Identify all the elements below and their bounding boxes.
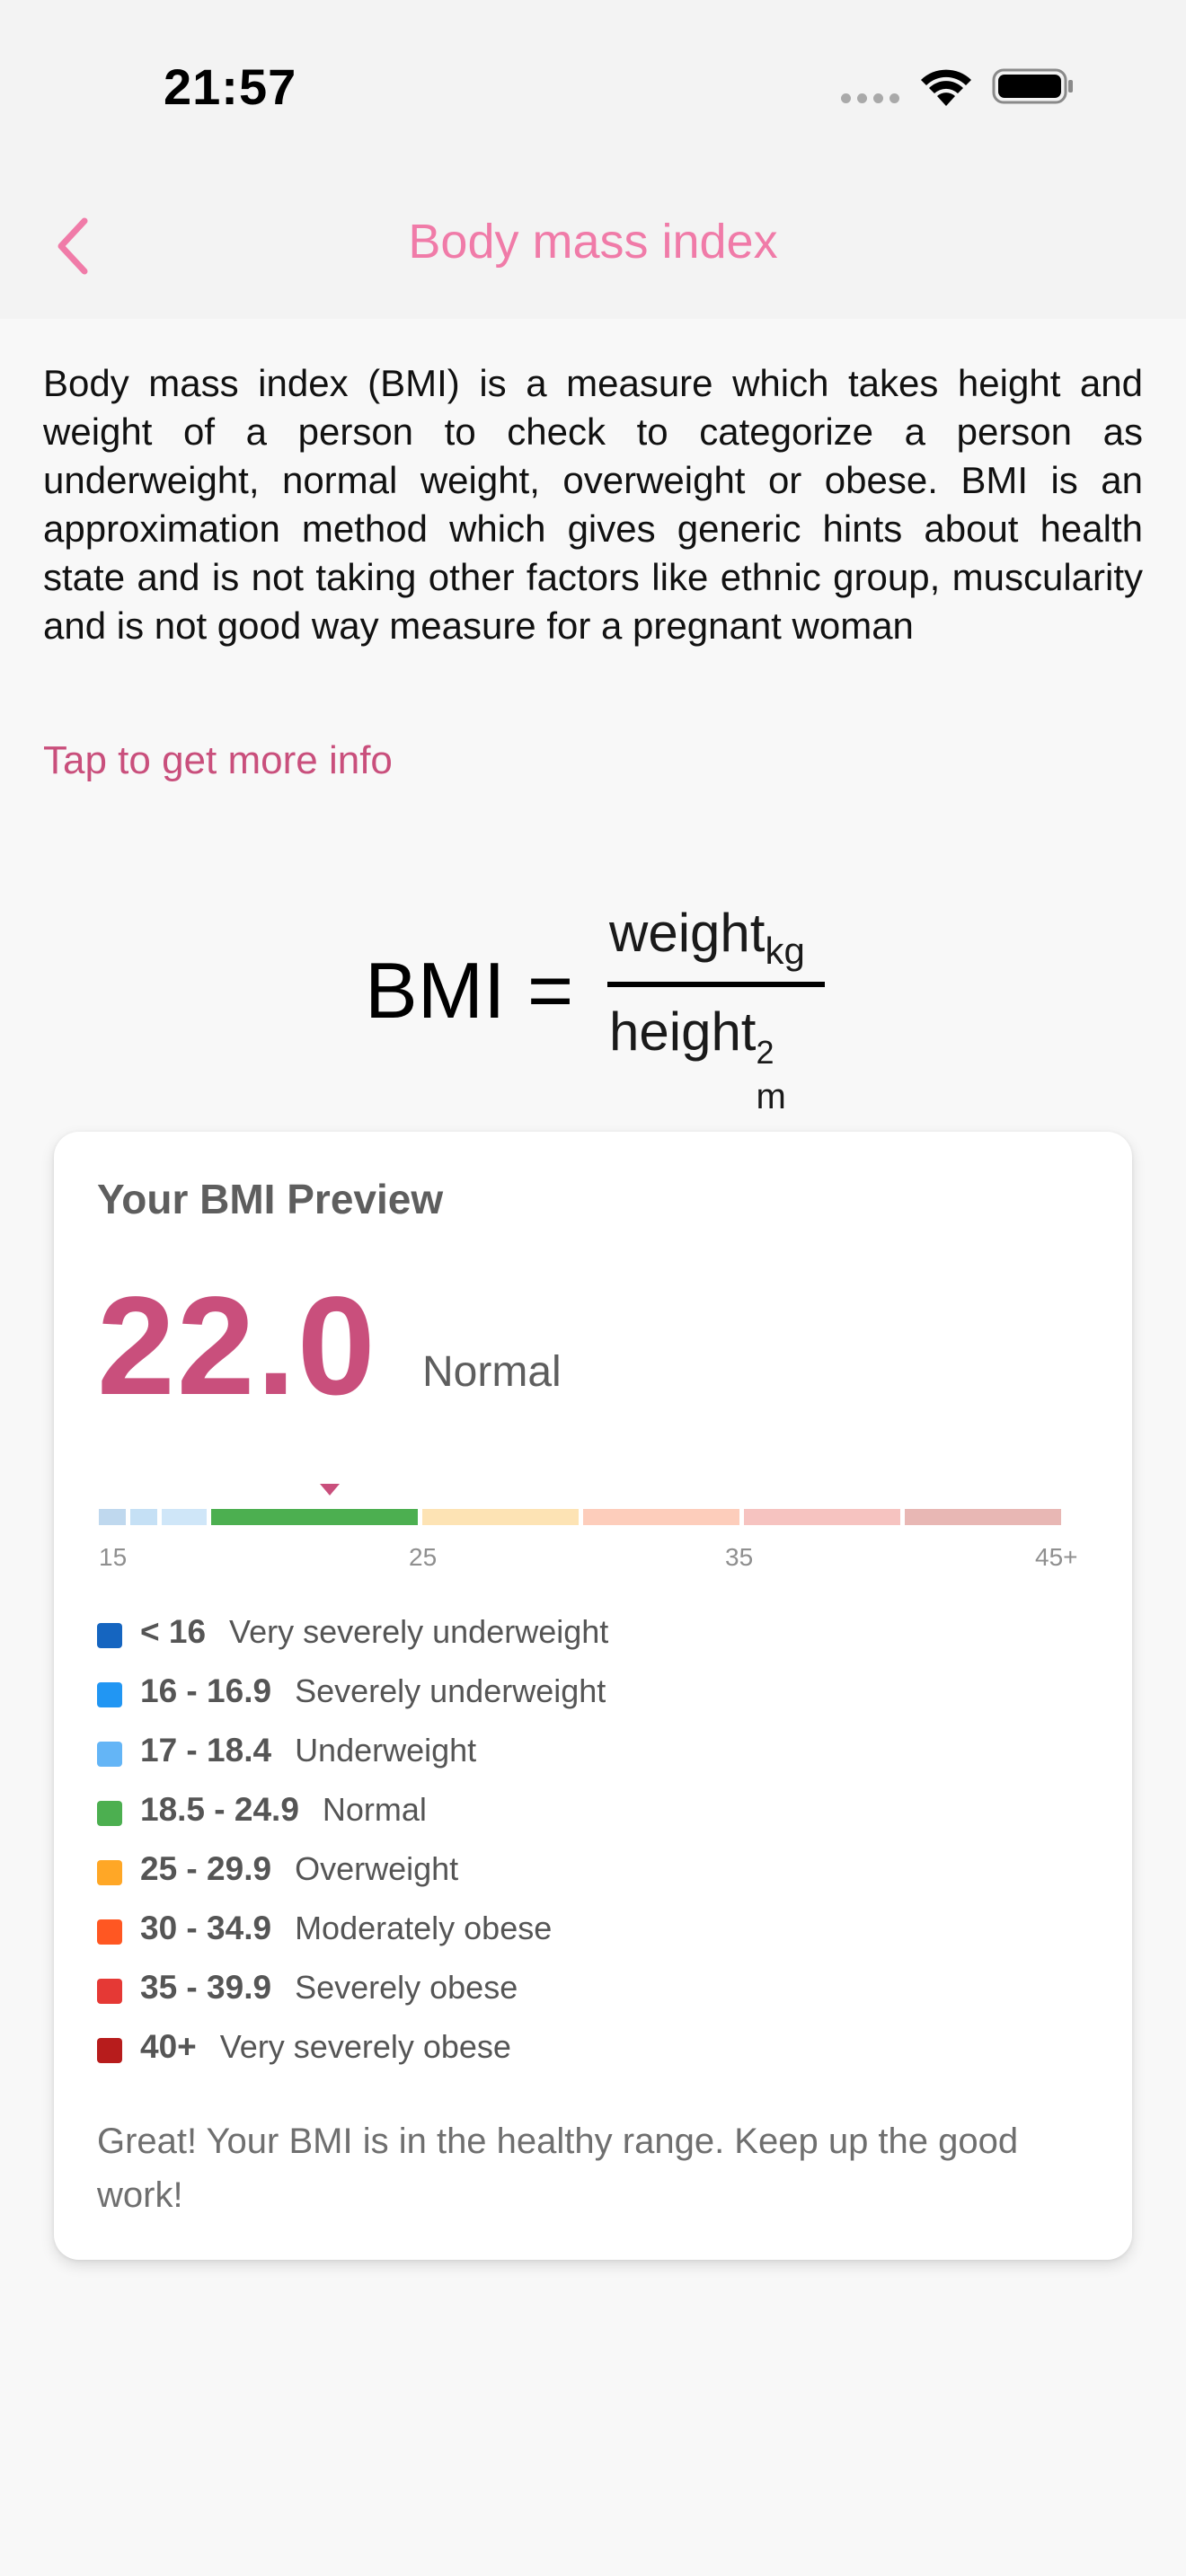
bmi-description: Body mass index (BMI) is a measure which… [43,362,1143,647]
legend-range: 35 - 39.9 [140,1969,272,2006]
scale-tick-label: 45+ [1035,1543,1078,1571]
legend-color-swatch [97,1682,122,1707]
page-title: Body mass index [408,215,778,269]
legend-item: 25 - 29.9 Overweight [97,1839,1085,1899]
legend-range: 25 - 29.9 [140,1850,272,1887]
scale-segment [162,1509,207,1525]
bmi-scale-ticks: 15 25 35 45+ [99,1543,1087,1579]
legend-color-swatch [97,1979,122,2004]
scale-segment [211,1509,418,1525]
legend-label: Very severely obese [219,2028,511,2065]
bmi-preview-card: Your BMI Preview 22.0 Normal 15 25 35 45+ <… [54,1132,1132,2260]
formula-denominator: height 2 m [609,1001,786,1116]
card-title: Your BMI Preview [97,1176,444,1222]
legend-color-swatch [97,1919,122,1945]
scale-segment [583,1509,739,1525]
legend-label: Overweight [295,1850,459,1887]
battery-icon [992,68,1073,104]
legend-color-swatch [97,2038,122,2063]
bmi-category: Normal [422,1348,562,1396]
legend-color-swatch [97,1801,122,1826]
legend-range: 16 - 16.9 [140,1672,272,1709]
formula-numerator: weightkg [609,902,805,973]
legend-color-swatch [97,1860,122,1885]
scale-segment [422,1509,579,1525]
scale-segment [744,1509,900,1525]
formula-numerator-unit: kg [765,930,805,972]
formula-denominator-exponent: 2 [756,1034,774,1071]
legend-item: 35 - 39.9 Severely obese [97,1958,1085,2017]
navigation-bar: Body mass index [0,171,1186,319]
status-time: 21:57 [164,58,297,115]
scale-tick-label: 35 [725,1543,754,1571]
bmi-formula: BMI = weightkg height 2 m [365,889,832,1116]
legend-range: 30 - 34.9 [140,1910,272,1946]
more-info-link[interactable]: Tap to get more info [43,738,393,783]
cellular-signal-icon [841,93,899,103]
formula-numerator-text: weight [609,903,766,963]
bmi-legend: < 16 Very severely underweight 16 - 16.9 Se… [97,1602,1085,2077]
scale-segment [99,1509,126,1525]
legend-range: 40+ [140,2028,197,2065]
status-bar: 21:57 [0,0,1186,171]
legend-label: Moderately obese [295,1910,553,1946]
scale-segment [130,1509,157,1525]
legend-label: Severely obese [295,1969,518,2006]
legend-label: Normal [322,1791,427,1828]
legend-range: 18.5 - 24.9 [140,1791,299,1828]
bmi-value: 22.0 [97,1268,377,1425]
legend-range: < 16 [140,1613,207,1650]
legend-label: Severely underweight [295,1672,606,1709]
scale-tick-label: 15 [99,1543,128,1571]
formula-fraction-bar [607,982,825,987]
formula-denominator-unit: m [756,1077,786,1116]
bmi-marker-icon [320,1484,340,1495]
scale-tick-label: 25 [409,1543,438,1571]
legend-range: 17 - 18.4 [140,1732,272,1769]
legend-item: < 16 Very severely underweight [97,1602,1085,1662]
legend-item: 17 - 18.4 Underweight [97,1721,1085,1780]
wifi-icon [921,69,971,106]
formula-lhs: BMI = [365,946,574,1035]
legend-item: 40+ Very severely obese [97,2017,1085,2077]
legend-color-swatch [97,1742,122,1767]
formula-denominator-text: height [609,1001,757,1062]
legend-label: Very severely underweight [229,1613,609,1650]
bmi-feedback: Great! Your BMI is in the healthy range.… [97,2122,1019,2215]
legend-item: 16 - 16.9 Severely underweight [97,1662,1085,1721]
bmi-scale-bar [99,1509,1087,1525]
legend-item: 30 - 34.9 Moderately obese [97,1899,1085,1958]
legend-label: Underweight [295,1732,477,1769]
legend-item: 18.5 - 24.9 Normal [97,1780,1085,1839]
legend-color-swatch [97,1623,122,1648]
scale-segment [905,1509,1061,1525]
